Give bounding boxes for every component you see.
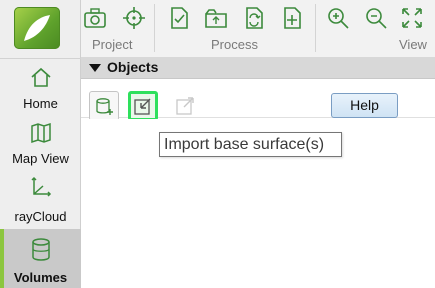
- sidebar-item-map-view[interactable]: Map View: [0, 117, 81, 169]
- sidebar-item-label: Volumes: [13, 270, 68, 285]
- zoom-in-icon: [328, 8, 349, 29]
- toolbar-divider: [315, 4, 316, 52]
- expand-icon: [402, 8, 422, 28]
- checklist-button[interactable]: [166, 5, 192, 31]
- add-document-button[interactable]: [279, 5, 305, 31]
- cylinder-icon: [31, 238, 50, 261]
- logo-cell: [0, 0, 81, 59]
- group-label-process: Process: [211, 37, 258, 52]
- group-label-view: View: [399, 37, 427, 52]
- left-sidebar: Home Map View rayCloud Volumes: [0, 0, 81, 288]
- document-plus-icon: [284, 7, 301, 29]
- home-icon: [30, 67, 51, 87]
- crosshair-icon: [123, 7, 145, 29]
- camera-icon: [84, 8, 106, 28]
- sidebar-item-label: Home: [23, 96, 58, 111]
- cylinder-plus-icon: [96, 98, 113, 115]
- group-label-project: Project: [92, 37, 133, 52]
- sidebar-item-volumes[interactable]: Volumes: [0, 229, 81, 288]
- collapse-triangle-icon: [89, 64, 101, 72]
- reload-button[interactable]: [241, 5, 267, 31]
- target-button[interactable]: [121, 5, 147, 31]
- new-volume-button[interactable]: [89, 91, 119, 121]
- axes-icon: [30, 176, 51, 197]
- map-icon: [30, 122, 51, 144]
- refresh-icon: [246, 7, 263, 29]
- camera-button[interactable]: [82, 5, 108, 31]
- folder-icon: [205, 9, 227, 28]
- export-arrow-icon: [176, 97, 194, 115]
- toolbar-divider: [154, 4, 155, 52]
- open-folder-button[interactable]: [203, 5, 229, 31]
- export-button[interactable]: [170, 91, 200, 121]
- sidebar-item-raycloud[interactable]: rayCloud: [0, 173, 81, 227]
- import-arrow-icon: [134, 98, 151, 115]
- zoom-in-button[interactable]: [325, 5, 351, 31]
- app-logo: [14, 7, 60, 49]
- sidebar-item-home[interactable]: Home: [0, 62, 81, 114]
- objects-title: Objects: [107, 59, 159, 75]
- top-toolbar: Project Process View: [81, 0, 435, 59]
- help-button[interactable]: Help: [331, 93, 398, 118]
- sidebar-item-label: Map View: [12, 151, 69, 166]
- objects-panel-header[interactable]: Objects: [81, 57, 435, 79]
- zoom-out-icon: [366, 8, 387, 29]
- import-tooltip: Import base surface(s): [159, 132, 342, 157]
- zoom-out-button[interactable]: [363, 5, 389, 31]
- checklist-icon: [171, 7, 188, 29]
- import-base-surface-button[interactable]: [128, 91, 158, 121]
- sidebar-item-label: rayCloud: [14, 209, 67, 224]
- fit-view-button[interactable]: [399, 5, 425, 31]
